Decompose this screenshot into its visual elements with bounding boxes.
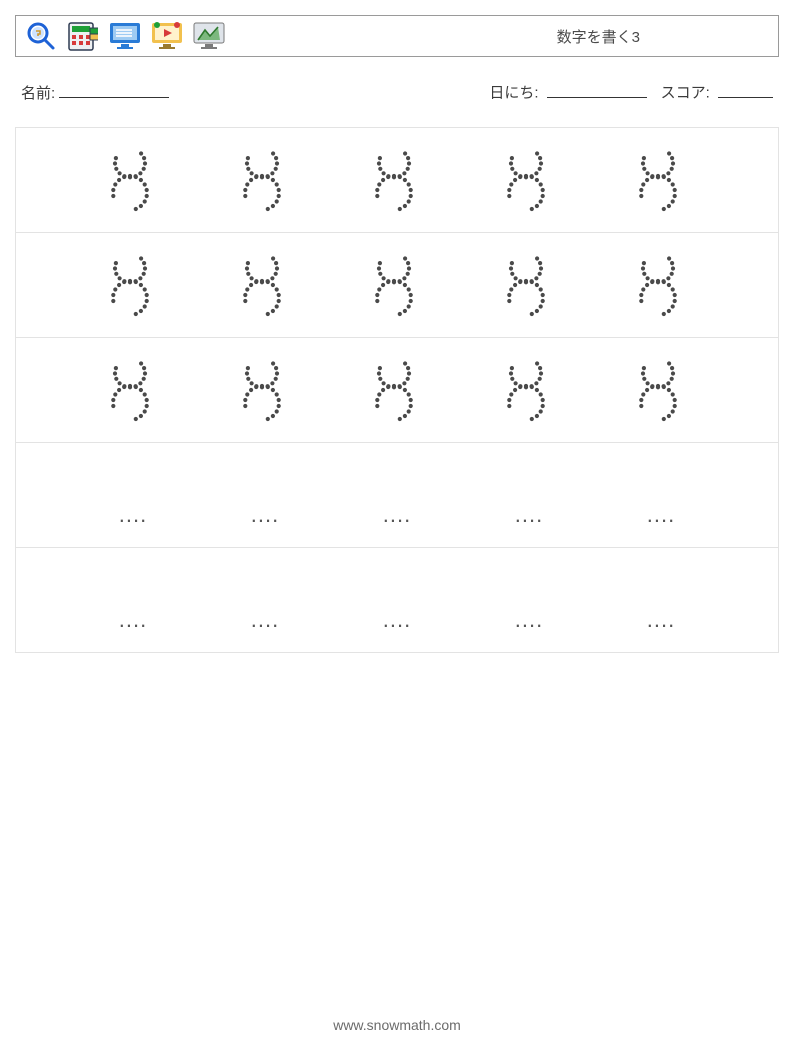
date-label: 日にち: xyxy=(489,85,538,102)
monitor-play-icon xyxy=(150,19,184,53)
trace-cell-3[interactable] xyxy=(234,246,296,324)
placeholder-dots: .... xyxy=(383,567,411,633)
trace-row xyxy=(16,338,778,443)
header-icons xyxy=(24,19,226,53)
score-label: スコア: xyxy=(661,85,710,102)
placeholder-dots: .... xyxy=(647,462,675,528)
trace-row xyxy=(16,128,778,233)
score-blank[interactable] xyxy=(718,81,773,98)
footer-url: www.snowmath.com xyxy=(0,1017,794,1033)
trace-cell-3[interactable] xyxy=(630,351,692,429)
header-box: 数字を書く3 xyxy=(15,15,779,57)
blank-cell[interactable]: .... xyxy=(630,456,692,534)
worksheet-title: 数字を書く3 xyxy=(557,26,770,47)
blank-row: .................... xyxy=(16,443,778,548)
blank-cell[interactable]: .... xyxy=(366,456,428,534)
placeholder-dots: .... xyxy=(383,462,411,528)
info-row: 名前: 日にち: スコア: xyxy=(15,81,779,103)
trace-cell-3[interactable] xyxy=(366,351,428,429)
blank-row: .................... xyxy=(16,548,778,653)
trace-cell-3[interactable] xyxy=(630,141,692,219)
blank-cell[interactable]: .... xyxy=(102,456,164,534)
trace-cell-3[interactable] xyxy=(102,351,164,429)
placeholder-dots: .... xyxy=(251,462,279,528)
blank-cell[interactable]: .... xyxy=(366,561,428,639)
blank-cell[interactable]: .... xyxy=(234,561,296,639)
placeholder-dots: .... xyxy=(515,567,543,633)
trace-cell-3[interactable] xyxy=(366,141,428,219)
monitor-list-icon xyxy=(108,19,142,53)
blank-cell[interactable]: .... xyxy=(498,456,560,534)
placeholder-dots: .... xyxy=(515,462,543,528)
name-blank[interactable] xyxy=(59,81,169,98)
magnifier-key-icon xyxy=(24,19,58,53)
blank-cell[interactable]: .... xyxy=(234,456,296,534)
monitor-chart-icon xyxy=(192,19,226,53)
trace-cell-3[interactable] xyxy=(102,246,164,324)
trace-cell-3[interactable] xyxy=(630,246,692,324)
trace-cell-3[interactable] xyxy=(102,141,164,219)
placeholder-dots: .... xyxy=(251,567,279,633)
trace-cell-3[interactable] xyxy=(498,351,560,429)
trace-cell-3[interactable] xyxy=(366,246,428,324)
placeholder-dots: .... xyxy=(647,567,675,633)
placeholder-dots: .... xyxy=(119,462,147,528)
calculator-icon xyxy=(66,19,100,53)
placeholder-dots: .... xyxy=(119,567,147,633)
trace-cell-3[interactable] xyxy=(234,141,296,219)
trace-cell-3[interactable] xyxy=(234,351,296,429)
blank-cell[interactable]: .... xyxy=(498,561,560,639)
blank-cell[interactable]: .... xyxy=(630,561,692,639)
trace-row xyxy=(16,233,778,338)
blank-cell[interactable]: .... xyxy=(102,561,164,639)
trace-cell-3[interactable] xyxy=(498,246,560,324)
trace-cell-3[interactable] xyxy=(498,141,560,219)
name-label: 名前: xyxy=(21,82,55,103)
date-blank[interactable] xyxy=(547,81,647,98)
worksheet-grid: ........................................ xyxy=(15,127,779,653)
